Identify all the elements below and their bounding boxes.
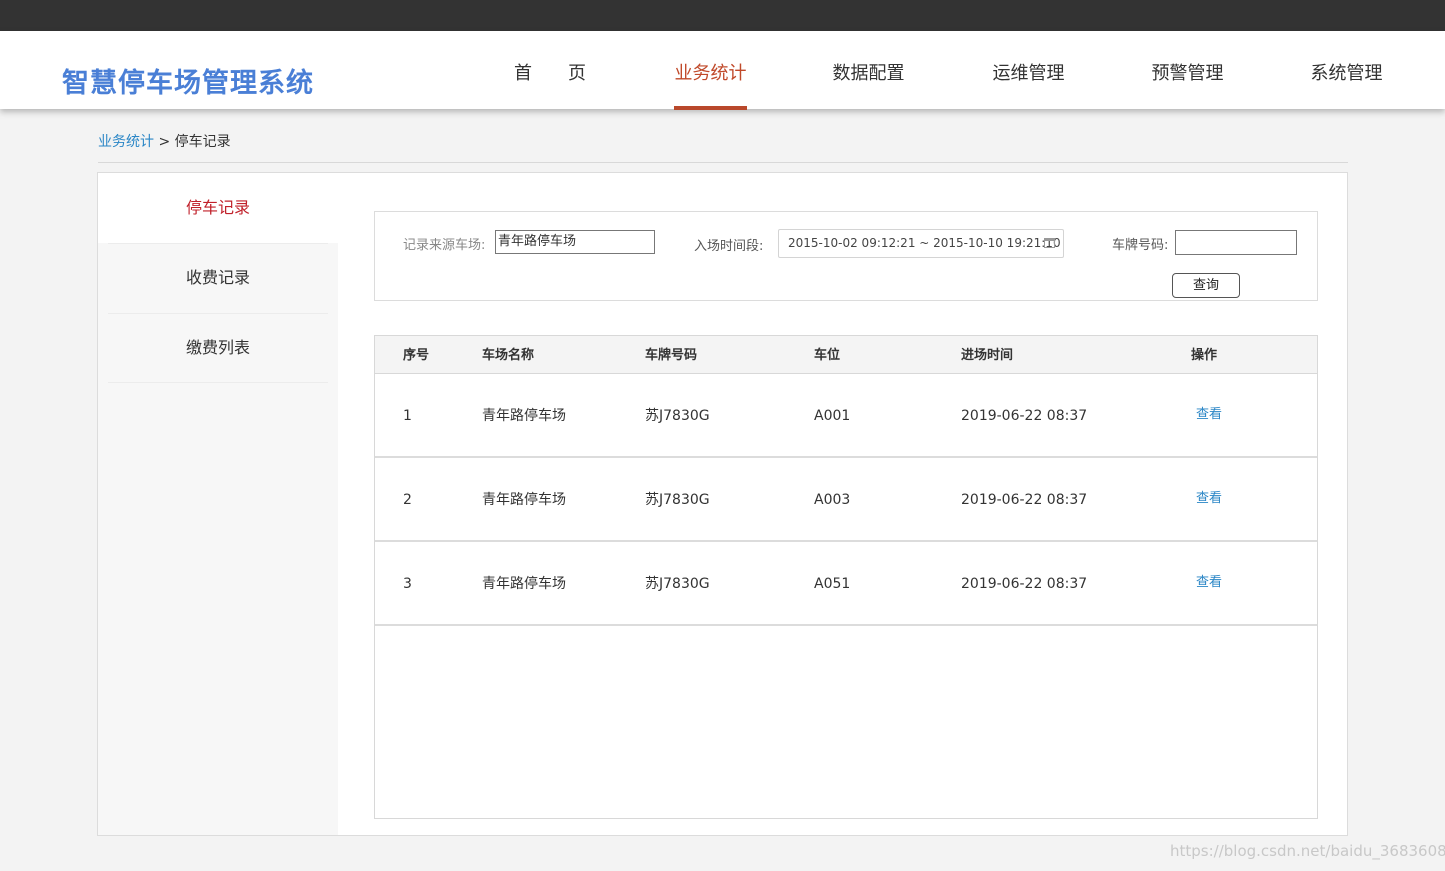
header: 智慧停车场管理系统 首 页 业务统计 数据配置 运维管理 预警管理 系统管理 [0,31,1445,110]
breadcrumb-current: 停车记录 [174,134,231,150]
plate-number-label: 车牌号码: [1112,238,1169,253]
entry-time-label: 入场时间段: [694,239,764,254]
nav-item-alerts[interactable]: 预警管理 [1151,59,1224,109]
sidebar-divider [108,382,328,383]
view-link[interactable]: 查看 [1196,542,1222,624]
table-row: 1 青年路停车场 苏J7830G A001 2019-06-22 08:37 查… [375,374,1317,458]
sidebar-item-payment-list[interactable]: 缴费列表 [98,313,338,383]
source-lot-label: 记录来源车场: [403,238,486,253]
query-button[interactable]: 查询 [1172,273,1240,298]
parking-records-table: 序号 车场名称 车牌号码 车位 进场时间 操作 1 青年路停车场 苏J7830G… [374,335,1318,819]
cell-index: 3 [403,576,412,592]
cell-lot-name: 青年路停车场 [482,492,566,508]
breadcrumb: 业务统计 > 停车记录 [98,131,231,151]
entry-time-range-value: 2015-10-02 09:12:21 ~ 2015-10-10 19:21:1… [788,236,1061,250]
column-header-action: 操作 [1191,348,1218,363]
cell-space: A003 [814,492,851,508]
cell-lot-name: 青年路停车场 [482,408,566,424]
cell-plate: 苏J7830G [645,408,710,424]
column-header-entry-time: 进场时间 [961,348,1014,363]
source-lot-input[interactable]: 青年路停车场 [495,230,655,254]
column-header-lot-name: 车场名称 [482,348,535,363]
view-link[interactable]: 查看 [1196,458,1222,540]
column-header-space: 车位 [814,348,841,363]
sidebar: 停车记录 收费记录 缴费列表 [98,173,338,835]
table-header: 序号 车场名称 车牌号码 车位 进场时间 操作 [375,336,1317,374]
nav-item-business-stats[interactable]: 业务统计 [674,59,747,110]
nav-item-home[interactable]: 首 页 [514,59,586,109]
cell-plate: 苏J7830G [645,576,710,592]
filter-form: 记录来源车场: 青年路停车场 入场时间段: 2015-10-02 09:12:2… [374,211,1318,301]
sidebar-item-charge-records[interactable]: 收费记录 [98,243,338,313]
column-header-index: 序号 [403,348,430,363]
app-title: 智慧停车场管理系统 [62,68,314,99]
cell-space: A051 [814,576,851,592]
table-row: 3 青年路停车场 苏J7830G A051 2019-06-22 08:37 查… [375,542,1317,626]
breadcrumb-parent[interactable]: 业务统计 [98,134,154,150]
cell-entry-time: 2019-06-22 08:37 [961,576,1088,592]
breadcrumb-separator: > [158,134,171,150]
entry-time-range-input[interactable]: 2015-10-02 09:12:21 ~ 2015-10-10 19:21:1… [778,229,1064,258]
top-bar [0,0,1445,31]
calendar-icon[interactable] [1044,238,1055,248]
cell-space: A001 [814,408,851,424]
cell-plate: 苏J7830G [645,492,710,508]
nav-item-operations[interactable]: 运维管理 [992,59,1065,109]
cell-entry-time: 2019-06-22 08:37 [961,408,1088,424]
nav-item-system[interactable]: 系统管理 [1310,59,1383,109]
breadcrumb-divider [98,162,1348,163]
nav-item-data-config[interactable]: 数据配置 [832,59,905,109]
cell-index: 1 [403,408,412,424]
cell-entry-time: 2019-06-22 08:37 [961,492,1088,508]
column-header-plate: 车牌号码 [645,348,698,363]
table-row: 2 青年路停车场 苏J7830G A003 2019-06-22 08:37 查… [375,458,1317,542]
watermark: https://blog.csdn.net/baidu_36836080 [1170,842,1445,860]
plate-number-input[interactable] [1175,230,1297,255]
cell-index: 2 [403,492,412,508]
content-panel: 停车记录 收费记录 缴费列表 记录来源车场: 青年路停车场 入场时间段: 201… [97,172,1348,836]
sidebar-item-parking-records[interactable]: 停车记录 [98,173,338,243]
view-link[interactable]: 查看 [1196,374,1222,456]
cell-lot-name: 青年路停车场 [482,576,566,592]
